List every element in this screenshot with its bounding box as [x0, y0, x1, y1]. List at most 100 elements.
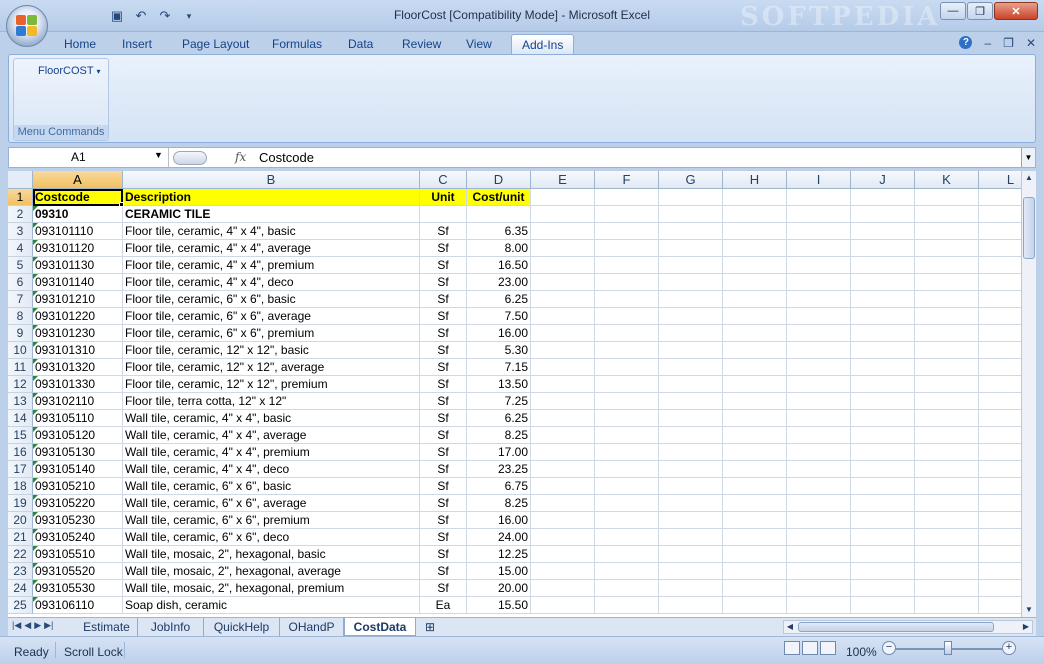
cell-a3[interactable]: 093101110: [33, 223, 123, 240]
cell-g14[interactable]: [659, 410, 723, 427]
restore-button[interactable]: ❐: [967, 2, 993, 20]
insert-function-button[interactable]: fx: [235, 150, 246, 164]
cell-d21[interactable]: 24.00: [467, 529, 531, 546]
first-sheet-icon[interactable]: |◀: [12, 620, 21, 631]
cell-d6[interactable]: 23.00: [467, 274, 531, 291]
cell-i1[interactable]: [787, 189, 851, 206]
cell-i15[interactable]: [787, 427, 851, 444]
cell-i19[interactable]: [787, 495, 851, 512]
cell-i12[interactable]: [787, 376, 851, 393]
cell-f4[interactable]: [595, 240, 659, 257]
cell-k13[interactable]: [915, 393, 979, 410]
cell-d3[interactable]: 6.35: [467, 223, 531, 240]
cell-e17[interactable]: [531, 461, 595, 478]
cell-g11[interactable]: [659, 359, 723, 376]
cell-a10[interactable]: 093101310: [33, 342, 123, 359]
row-header[interactable]: 17: [8, 461, 33, 478]
cell-f1[interactable]: [595, 189, 659, 206]
cell-k15[interactable]: [915, 427, 979, 444]
column-header-h[interactable]: H: [723, 171, 787, 189]
cell-c24[interactable]: Sf: [420, 580, 467, 597]
cell-a8[interactable]: 093101220: [33, 308, 123, 325]
cell-c15[interactable]: Sf: [420, 427, 467, 444]
cell-d15[interactable]: 8.25: [467, 427, 531, 444]
cell-k25[interactable]: [915, 597, 979, 614]
cell-j2[interactable]: [851, 206, 915, 223]
cell-b23[interactable]: Wall tile, mosaic, 2", hexagonal, averag…: [123, 563, 420, 580]
floorcost-menu-button[interactable]: FloorCOST ▾: [38, 65, 101, 77]
sheet-tab-jobinfo[interactable]: JobInfo: [138, 618, 204, 636]
cell-l3[interactable]: [979, 223, 1021, 240]
cell-g9[interactable]: [659, 325, 723, 342]
cell-h23[interactable]: [723, 563, 787, 580]
cell-b8[interactable]: Floor tile, ceramic, 6" x 6", average: [123, 308, 420, 325]
cell-k22[interactable]: [915, 546, 979, 563]
cell-a5[interactable]: 093101130: [33, 257, 123, 274]
row-header[interactable]: 16: [8, 444, 33, 461]
row-header[interactable]: 18: [8, 478, 33, 495]
normal-view-icon[interactable]: [784, 641, 800, 655]
cell-f7[interactable]: [595, 291, 659, 308]
cell-k9[interactable]: [915, 325, 979, 342]
cell-c17[interactable]: Sf: [420, 461, 467, 478]
column-header-d[interactable]: D: [467, 171, 531, 189]
cell-l13[interactable]: [979, 393, 1021, 410]
cell-i10[interactable]: [787, 342, 851, 359]
cell-h10[interactable]: [723, 342, 787, 359]
cell-k8[interactable]: [915, 308, 979, 325]
sheet-tab-estimate[interactable]: Estimate: [76, 618, 138, 636]
cell-d18[interactable]: 6.75: [467, 478, 531, 495]
row-header[interactable]: 12: [8, 376, 33, 393]
zoom-level[interactable]: 100%: [846, 645, 877, 659]
cell-i16[interactable]: [787, 444, 851, 461]
cell-l11[interactable]: [979, 359, 1021, 376]
cell-f22[interactable]: [595, 546, 659, 563]
cell-e10[interactable]: [531, 342, 595, 359]
cell-e24[interactable]: [531, 580, 595, 597]
cell-f19[interactable]: [595, 495, 659, 512]
cell-i7[interactable]: [787, 291, 851, 308]
cell-h20[interactable]: [723, 512, 787, 529]
cell-c8[interactable]: Sf: [420, 308, 467, 325]
cell-b2[interactable]: CERAMIC TILE: [123, 206, 420, 223]
cell-b11[interactable]: Floor tile, ceramic, 12" x 12", average: [123, 359, 420, 376]
cell-j14[interactable]: [851, 410, 915, 427]
cell-j25[interactable]: [851, 597, 915, 614]
cell-e2[interactable]: [531, 206, 595, 223]
zoom-out-icon[interactable]: −: [882, 641, 896, 655]
help-icon[interactable]: ?: [959, 36, 973, 49]
cell-k21[interactable]: [915, 529, 979, 546]
cell-i24[interactable]: [787, 580, 851, 597]
cell-k14[interactable]: [915, 410, 979, 427]
name-box[interactable]: A1: [9, 148, 169, 167]
cell-e4[interactable]: [531, 240, 595, 257]
cell-a12[interactable]: 093101330: [33, 376, 123, 393]
cell-l25[interactable]: [979, 597, 1021, 614]
cell-j3[interactable]: [851, 223, 915, 240]
cell-c1[interactable]: Unit: [420, 189, 467, 206]
cell-h14[interactable]: [723, 410, 787, 427]
cell-h7[interactable]: [723, 291, 787, 308]
cell-b10[interactable]: Floor tile, ceramic, 12" x 12", basic: [123, 342, 420, 359]
cell-b15[interactable]: Wall tile, ceramic, 4" x 4", average: [123, 427, 420, 444]
formula-bar-resize-handle[interactable]: [173, 151, 207, 165]
cell-h6[interactable]: [723, 274, 787, 291]
cell-g24[interactable]: [659, 580, 723, 597]
cell-b13[interactable]: Floor tile, terra cotta, 12" x 12": [123, 393, 420, 410]
row-header[interactable]: 20: [8, 512, 33, 529]
minimize-button[interactable]: —: [940, 2, 966, 20]
cell-g10[interactable]: [659, 342, 723, 359]
cell-f15[interactable]: [595, 427, 659, 444]
column-header-e[interactable]: E: [531, 171, 595, 189]
cell-k19[interactable]: [915, 495, 979, 512]
cell-e14[interactable]: [531, 410, 595, 427]
workbook-restore-icon[interactable]: ❐: [1003, 36, 1014, 50]
sheet-tab-quickhelp[interactable]: QuickHelp: [204, 618, 280, 636]
cell-a7[interactable]: 093101210: [33, 291, 123, 308]
cell-j1[interactable]: [851, 189, 915, 206]
cell-a24[interactable]: 093105530: [33, 580, 123, 597]
cell-c3[interactable]: Sf: [420, 223, 467, 240]
cell-h2[interactable]: [723, 206, 787, 223]
cell-h13[interactable]: [723, 393, 787, 410]
cell-k10[interactable]: [915, 342, 979, 359]
